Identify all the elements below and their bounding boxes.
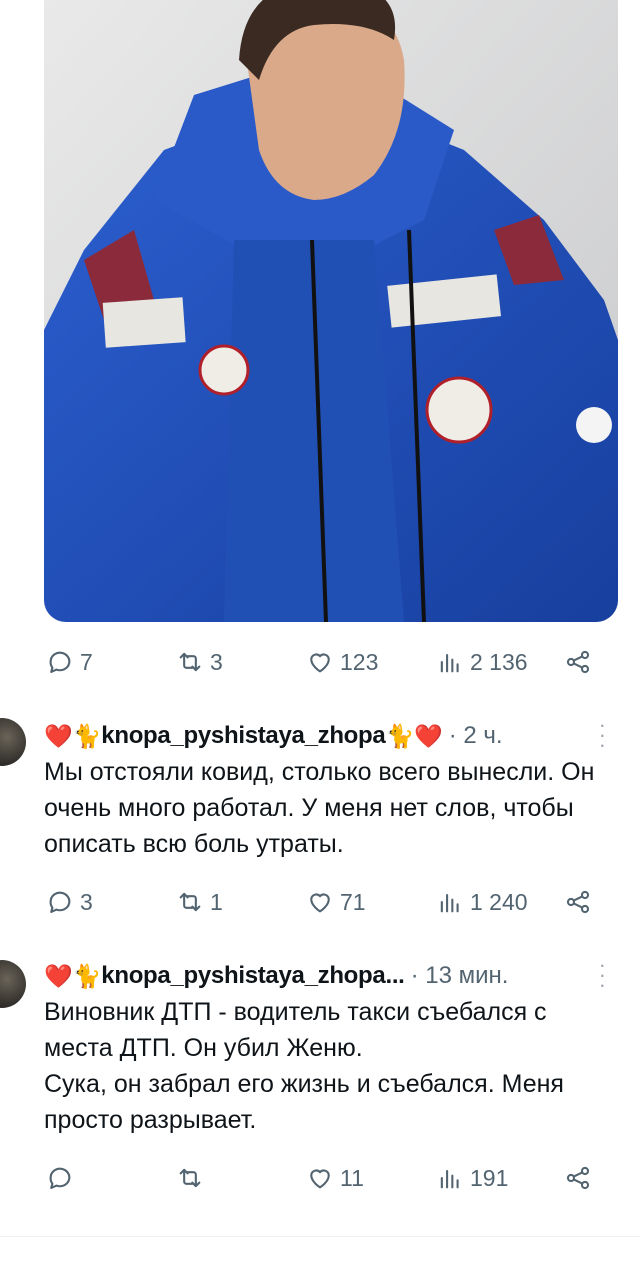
repost-button[interactable] <box>176 1164 204 1192</box>
username-emoji-prefix: ❤️🐈 <box>44 962 102 989</box>
timestamp[interactable]: · 2 ч. <box>449 722 503 750</box>
like-count: 71 <box>340 888 366 915</box>
views-count: 2 136 <box>470 648 528 675</box>
photo-illustration <box>44 0 618 622</box>
share-button[interactable] <box>564 888 592 916</box>
repost-count: 3 <box>210 648 223 675</box>
reply-icon <box>49 1167 71 1189</box>
reply-text: Мы отстояли ковид, столько всего вынесли… <box>44 758 595 858</box>
views-icon <box>440 653 459 673</box>
reply-count: 7 <box>80 648 93 675</box>
reply-icon <box>49 651 71 673</box>
repost-button[interactable]: 1 <box>176 888 223 916</box>
reply-action-bar: 11 191 <box>46 1158 606 1198</box>
reply-icon <box>49 891 71 913</box>
reply-count: 3 <box>80 888 93 915</box>
like-button[interactable]: 11 <box>306 1164 364 1192</box>
heart-icon <box>310 893 330 913</box>
reply-header: ❤️🐈 knopa_pyshistaya_zhopa 🐈❤️ · 2 ч. <box>44 718 614 754</box>
like-button[interactable]: 123 <box>306 648 378 676</box>
views-count: 191 <box>470 1164 509 1191</box>
more-options-icon[interactable]: · · · <box>599 714 606 756</box>
reply-header: ❤️🐈 knopa_pyshistaya_zhopa... · 13 мин. <box>44 958 614 994</box>
heart-icon <box>310 1169 330 1189</box>
repost-count: 1 <box>210 888 223 915</box>
avatar[interactable] <box>0 960 26 1008</box>
reply-action-bar: 3 1 71 1 240 <box>46 882 606 922</box>
like-button[interactable]: 71 <box>306 888 366 916</box>
share-icon <box>566 1166 590 1190</box>
views-button[interactable]: 2 136 <box>436 648 528 676</box>
views-button[interactable]: 191 <box>436 1164 508 1192</box>
views-count: 1 240 <box>470 888 528 915</box>
like-count: 123 <box>340 648 379 675</box>
share-button[interactable] <box>564 648 592 676</box>
post-image[interactable] <box>44 0 618 622</box>
repost-icon <box>179 1168 201 1188</box>
divider <box>0 1236 640 1237</box>
timestamp[interactable]: · 13 мин. <box>411 962 509 990</box>
more-options-icon[interactable]: · · · <box>599 954 606 996</box>
repost-button[interactable]: 3 <box>176 648 223 676</box>
username-emoji-prefix: ❤️🐈 <box>44 722 102 749</box>
views-icon <box>440 893 459 913</box>
repost-icon <box>179 892 201 912</box>
reply-button[interactable]: 3 <box>46 888 93 916</box>
like-count: 11 <box>340 1164 364 1191</box>
repost-icon <box>179 652 201 672</box>
post-action-bar: 7 3 123 2 136 <box>46 642 606 682</box>
views-button[interactable]: 1 240 <box>436 888 528 916</box>
reply-button[interactable]: 7 <box>46 648 93 676</box>
reply-button[interactable] <box>46 1164 74 1192</box>
heart-icon <box>310 653 330 673</box>
share-icon <box>566 890 590 914</box>
share-button[interactable] <box>564 1164 592 1192</box>
username-emoji-suffix: 🐈❤️ <box>385 722 443 749</box>
share-icon <box>566 650 590 674</box>
avatar[interactable] <box>0 718 26 766</box>
username[interactable]: knopa_pyshistaya_zhopa... <box>101 962 405 990</box>
username[interactable]: knopa_pyshistaya_zhopa <box>101 722 385 750</box>
reply-text: Виновник ДТП - водитель такси съебался с… <box>44 998 564 1134</box>
views-icon <box>440 1169 459 1189</box>
